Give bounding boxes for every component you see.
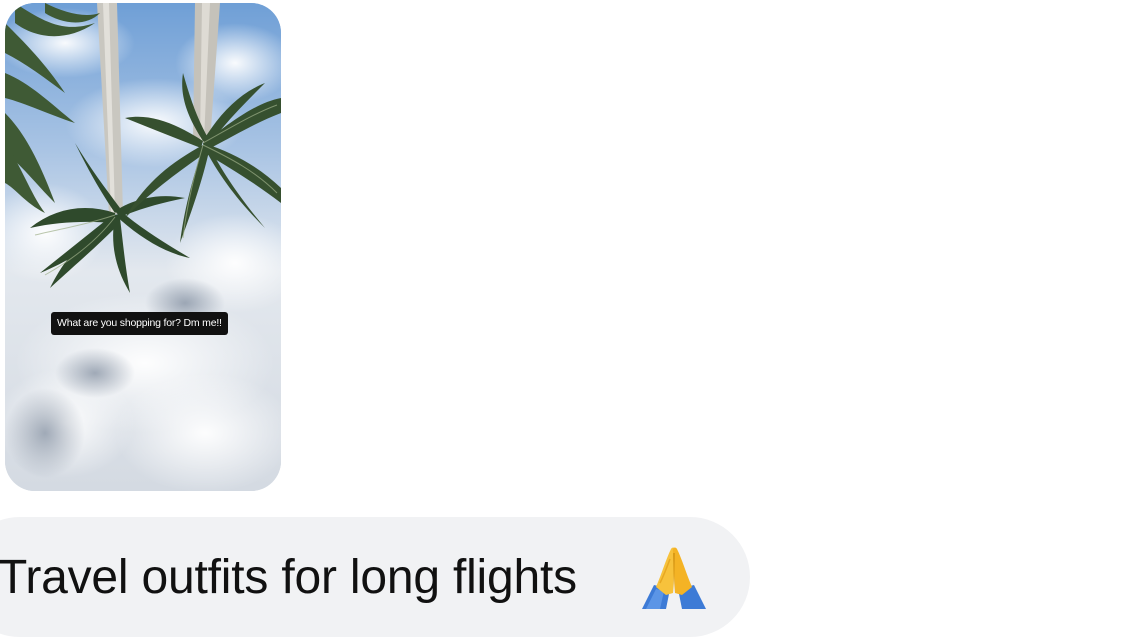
story-caption: What are you shopping for? Dm me!!	[51, 312, 228, 335]
story-reply-preview[interactable]: What are you shopping for? Dm me!!	[5, 3, 281, 491]
conversation-view: What are you shopping for? Dm me!! Trave…	[0, 0, 1133, 637]
story-image	[5, 3, 281, 491]
folded-hands-icon	[642, 547, 706, 609]
message-text: Travel outfits for long flights	[0, 551, 577, 604]
